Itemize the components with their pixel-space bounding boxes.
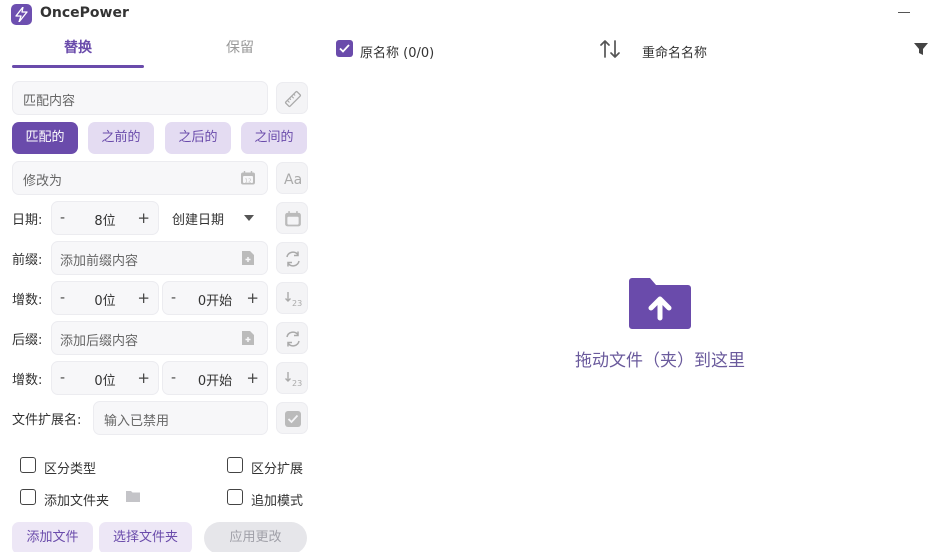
increment-start-increment[interactable]: + xyxy=(246,289,259,307)
calendar-icon[interactable]: 12 xyxy=(240,170,256,186)
prefix-label: 前缀: xyxy=(12,253,43,268)
ruler-icon xyxy=(284,90,302,108)
prefix-placeholder: 添加前缀内容 xyxy=(60,254,139,269)
apply-changes-button[interactable]: 应用更改 xyxy=(204,522,307,552)
date-digits-increment[interactable]: + xyxy=(137,209,150,227)
increment-digits-stepper[interactable]: - 0位 + xyxy=(51,281,159,315)
match-content-input[interactable]: 匹配内容 xyxy=(12,81,268,115)
add-file-button[interactable]: 添加文件 xyxy=(12,522,93,552)
svg-text:23: 23 xyxy=(292,379,302,388)
date-type-select[interactable]: 创建日期 xyxy=(166,201,266,235)
increment-label: 增数: xyxy=(12,293,43,308)
sort-numeric-icon: 23 xyxy=(285,372,302,388)
app-logo-icon xyxy=(11,4,32,25)
increment-label-2: 增数: xyxy=(12,373,43,388)
mode-before-button[interactable]: 之前的 xyxy=(88,122,154,154)
original-name-column-header: 原名称 (0/0) xyxy=(360,46,435,61)
add-file-icon[interactable] xyxy=(241,250,255,266)
distinguish-extension-label: 区分扩展 xyxy=(251,462,304,477)
prefix-cycle-button[interactable] xyxy=(276,242,308,274)
select-all-checkbox[interactable] xyxy=(336,40,353,57)
font-case-icon: Aa xyxy=(284,172,302,188)
app-title: OncePower xyxy=(40,5,129,21)
extension-label: 文件扩展名: xyxy=(12,413,82,428)
distinguish-type-checkbox[interactable] xyxy=(20,457,36,473)
suffix-placeholder: 添加后缀内容 xyxy=(60,334,139,349)
modify-to-input[interactable]: 修改为 12 xyxy=(12,161,268,195)
dropzone-text: 拖动文件（夹）到这里 xyxy=(575,351,745,371)
mode-tabs: 替换 保留 xyxy=(12,36,308,68)
chevron-down-icon xyxy=(244,215,254,221)
distinguish-extension-checkbox[interactable] xyxy=(227,457,243,473)
increment-order-button[interactable]: 23 xyxy=(276,282,308,314)
increment2-digits-stepper[interactable]: - 0位 + xyxy=(51,361,159,395)
folder-icon xyxy=(126,491,140,502)
refresh-icon xyxy=(286,251,300,267)
add-folder-checkbox[interactable] xyxy=(20,489,36,505)
increment-start-stepper[interactable]: - 0开始 + xyxy=(162,281,268,315)
ruler-button[interactable] xyxy=(276,82,308,114)
svg-text:12: 12 xyxy=(245,178,252,184)
extension-input[interactable]: 输入已禁用 xyxy=(93,401,268,435)
date-calendar-button[interactable] xyxy=(276,202,308,234)
select-folder-button[interactable]: 选择文件夹 xyxy=(99,522,192,552)
increment2-start-increment[interactable]: + xyxy=(246,369,259,387)
modify-to-placeholder: 修改为 xyxy=(23,174,63,189)
mode-between-button[interactable]: 之间的 xyxy=(241,122,307,154)
tab-keep[interactable]: 保留 xyxy=(174,36,306,68)
suffix-cycle-button[interactable] xyxy=(276,322,308,354)
append-mode-label: 追加模式 xyxy=(251,494,304,509)
mode-matched-button[interactable]: 匹配的 xyxy=(12,122,78,154)
extension-placeholder: 输入已禁用 xyxy=(104,414,170,429)
calendar-icon xyxy=(285,211,301,227)
prefix-input[interactable]: 添加前缀内容 xyxy=(51,241,268,275)
distinguish-type-label: 区分类型 xyxy=(44,462,97,477)
append-mode-checkbox[interactable] xyxy=(227,489,243,505)
refresh-icon xyxy=(286,331,300,347)
tab-replace[interactable]: 替换 xyxy=(12,36,144,68)
check-icon xyxy=(339,44,350,53)
folder-upload-icon[interactable] xyxy=(627,277,693,331)
active-tab-indicator xyxy=(12,65,144,68)
add-file-icon[interactable] xyxy=(241,330,255,346)
svg-text:Aa: Aa xyxy=(284,172,302,188)
match-content-placeholder: 匹配内容 xyxy=(23,94,76,109)
date-type-value: 创建日期 xyxy=(172,213,225,228)
sort-icon[interactable] xyxy=(598,37,622,61)
checkbox-checked-icon xyxy=(285,411,301,427)
suffix-input[interactable]: 添加后缀内容 xyxy=(51,321,268,355)
increment2-start-stepper[interactable]: - 0开始 + xyxy=(162,361,268,395)
increment2-order-button[interactable]: 23 xyxy=(276,362,308,394)
add-folder-label: 添加文件夹 xyxy=(44,494,110,509)
suffix-label: 后缀: xyxy=(12,333,43,348)
title-bar: OncePower xyxy=(0,0,928,28)
sort-numeric-icon: 23 xyxy=(285,292,302,308)
date-digits-stepper[interactable]: - 8位 + xyxy=(51,201,159,235)
filter-icon[interactable] xyxy=(914,42,928,56)
date-label: 日期: xyxy=(12,213,43,228)
case-toggle-button[interactable]: Aa xyxy=(276,162,308,194)
new-name-column-header: 重命名名称 xyxy=(642,46,708,61)
increment-digits-increment[interactable]: + xyxy=(137,289,150,307)
svg-text:23: 23 xyxy=(292,299,302,308)
mode-after-button[interactable]: 之后的 xyxy=(165,122,231,154)
extension-confirm-button[interactable] xyxy=(276,402,308,434)
increment2-digits-increment[interactable]: + xyxy=(137,369,150,387)
minimize-button[interactable] xyxy=(898,12,910,13)
